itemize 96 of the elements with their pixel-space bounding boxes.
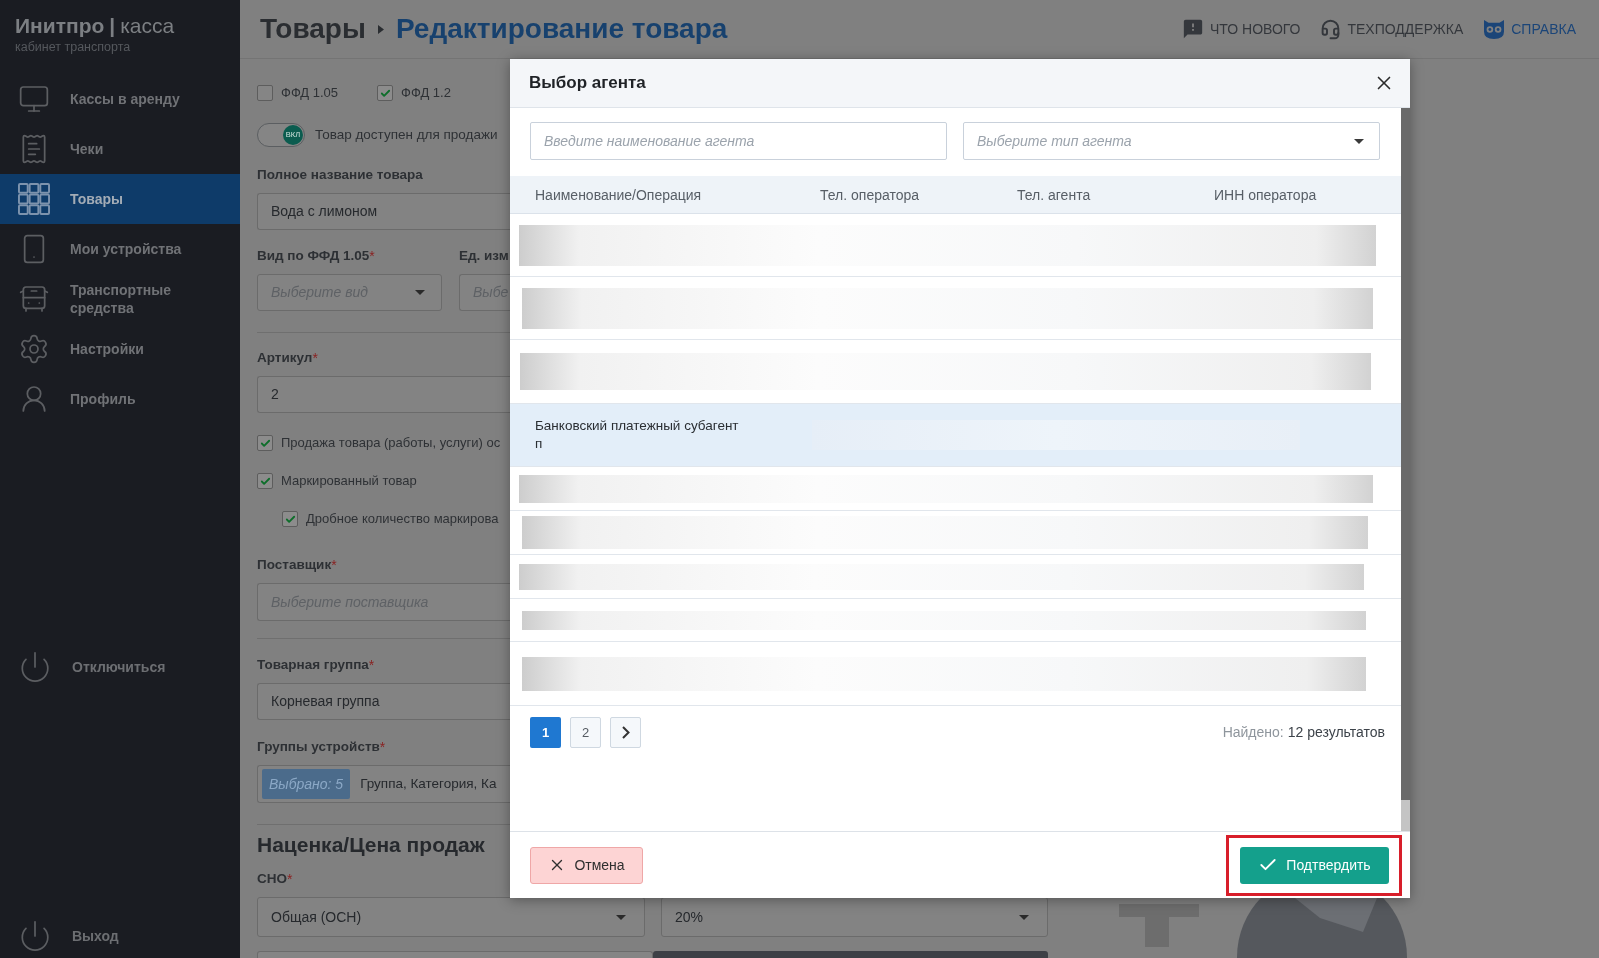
text-field[interactable]: 2	[257, 376, 510, 413]
table-row[interactable]	[510, 555, 1401, 599]
checkbox[interactable]	[257, 435, 273, 451]
owl-icon	[1483, 19, 1506, 39]
select-field[interactable]: Общая (ОСН)	[257, 897, 645, 937]
table-row[interactable]	[510, 277, 1401, 340]
text-field[interactable]: Вода с лимоном	[257, 193, 510, 230]
cancel-button[interactable]: Отмена	[530, 846, 643, 884]
product-name: касса	[120, 13, 175, 39]
table-row[interactable]	[510, 340, 1401, 404]
results-count: 12 результатов	[1287, 723, 1385, 742]
settings-icon	[18, 333, 50, 365]
checkbox-label: ФФД 1.05	[281, 84, 339, 103]
message-icon	[1182, 18, 1204, 40]
header-link[interactable]: ТЕХПОДДЕРЖКА	[1320, 18, 1464, 40]
column-header: Тел. оператора	[820, 186, 920, 203]
cut-off-field[interactable]	[257, 951, 653, 958]
table-row[interactable]: Банковский платежный субагент п	[510, 404, 1401, 467]
table-row[interactable]	[510, 599, 1401, 642]
headset-icon	[1320, 18, 1342, 40]
field-label: Вид по ФФД 1.05	[257, 247, 370, 265]
caret-down-icon	[415, 290, 425, 295]
table-row[interactable]	[510, 214, 1401, 277]
confirm-button[interactable]: Подтвердить	[1240, 846, 1389, 884]
agent-name: Банковский платежный субагент п	[535, 417, 740, 453]
brand-name: Инитпро	[15, 13, 105, 39]
page-button[interactable]: 1	[530, 717, 561, 748]
field-label: Поставщик	[257, 556, 332, 574]
nav-item[interactable]: Настройки	[0, 324, 240, 374]
nav-item[interactable]: Отключиться	[0, 645, 240, 689]
check-icon	[259, 475, 271, 487]
nav-item[interactable]: Выход	[0, 914, 240, 958]
required-mark: *	[369, 247, 375, 265]
nav-item[interactable]: Транспортные средства	[0, 274, 240, 324]
toggle-label: Товар доступен для продажи	[315, 125, 498, 144]
check-icon	[284, 513, 296, 525]
checkbox[interactable]	[282, 511, 298, 527]
nav-item[interactable]: Кассы в аренду	[0, 74, 240, 124]
header-link[interactable]: СПРАВКА	[1483, 18, 1576, 40]
chevron-right-icon	[621, 726, 630, 739]
field-label: Полное название товара	[257, 166, 423, 184]
power-icon	[18, 650, 52, 684]
logo-subtitle: кабинет транспорта	[15, 39, 131, 55]
column-header: Наименование/Операция	[535, 186, 702, 203]
select-field[interactable]: Выберите тип агента	[963, 122, 1380, 160]
table-row[interactable]	[510, 467, 1401, 511]
check-icon	[379, 87, 391, 99]
nav-item[interactable]: Профиль	[0, 374, 240, 424]
checkbox-label: ФФД 1.2	[401, 84, 451, 103]
caret-down-icon	[616, 914, 626, 920]
search-field[interactable]: Введите наименование агента	[530, 122, 947, 160]
caret-down-icon	[1019, 914, 1029, 920]
logo-separator: |	[109, 13, 116, 39]
field-label: Группы устройств	[257, 738, 380, 756]
multi-select-field[interactable]: Выбрано: 5 Группа, Категория, Ка	[257, 765, 510, 803]
required-mark: *	[368, 656, 375, 674]
caret-down-icon	[1354, 138, 1364, 144]
select-field[interactable]: Корневая группа	[257, 683, 510, 720]
table-row[interactable]	[510, 511, 1401, 555]
required-mark: *	[331, 556, 337, 574]
required-mark: *	[312, 349, 318, 367]
next-page-button[interactable]	[610, 717, 641, 748]
breadcrumb-arrow-icon	[377, 24, 384, 34]
nav-item[interactable]: Мои устройства	[0, 224, 240, 274]
field-label: Товарная группа	[257, 656, 369, 674]
nav-item[interactable]: Товары	[0, 174, 240, 224]
header-link[interactable]: ЧТО НОВОГО	[1182, 18, 1301, 40]
selection-count-badge: Выбрано: 5	[262, 769, 351, 799]
dialog-title: Выбор агента	[529, 72, 646, 95]
field-label: Артикул	[257, 349, 313, 367]
nav-item[interactable]: Чеки	[0, 124, 240, 174]
breadcrumb-item: Редактирование товара	[395, 12, 728, 46]
monitor-icon	[18, 83, 50, 115]
checkbox-label: Продажа товара (работы, услуги) ос	[281, 434, 501, 453]
table-row[interactable]	[510, 642, 1401, 706]
field-label: Ед. изм	[459, 247, 509, 265]
section-heading: Наценка/Цена продаж	[257, 832, 485, 859]
grid-icon	[18, 183, 50, 215]
checkbox-label: Маркированный товар	[281, 472, 417, 491]
results-label: Найдено:	[1222, 723, 1284, 742]
bus-icon	[18, 283, 50, 315]
checkbox[interactable]	[257, 85, 273, 101]
select-field[interactable]: 20%	[661, 897, 1048, 937]
required-mark: *	[287, 870, 293, 888]
page-button[interactable]: 2	[570, 717, 601, 748]
column-header: Тел. агента	[1017, 186, 1091, 203]
required-mark: *	[379, 738, 386, 756]
column-header: ИНН оператора	[1214, 186, 1317, 203]
check-icon	[259, 437, 271, 449]
checkbox[interactable]	[257, 473, 273, 489]
checkbox-label: Дробное количество маркирова	[306, 510, 499, 529]
field-value: Группа, Категория, Ка	[360, 774, 497, 793]
checkbox[interactable]	[377, 85, 394, 101]
power-icon	[18, 919, 52, 953]
breadcrumb-item[interactable]: Товары	[260, 12, 366, 46]
field-label: СНО	[257, 870, 287, 888]
